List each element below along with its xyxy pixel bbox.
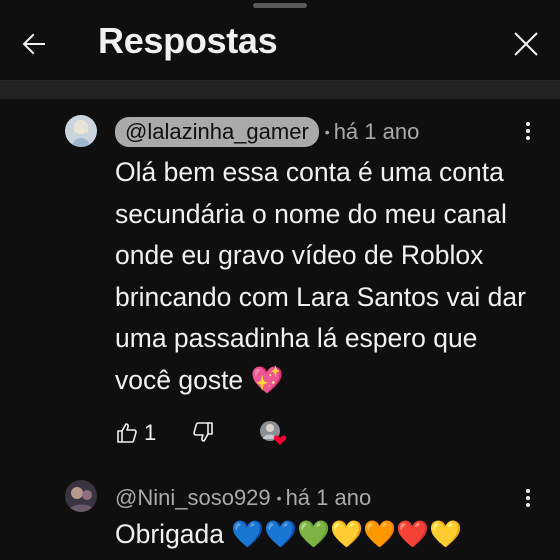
close-button[interactable] [506, 24, 546, 64]
comment-time: há 1 ano [333, 119, 420, 144]
creator-heart-icon [260, 421, 287, 445]
comment-author[interactable]: @lalazinha_gamer [115, 117, 319, 147]
back-button[interactable] [14, 24, 54, 64]
separator-dot: • [324, 124, 330, 140]
like-count: 1 [144, 420, 157, 445]
more-options-button[interactable] [516, 486, 540, 510]
header-divider [0, 80, 560, 99]
separator-dot: • [276, 490, 282, 506]
arrow-left-icon [22, 33, 45, 55]
avatar[interactable] [65, 115, 97, 147]
comment-text: Obrigada 💙💙💚💛🧡❤️💛 [115, 519, 463, 549]
replies-header: Respostas [0, 0, 560, 80]
avatar[interactable] [65, 480, 97, 512]
comment-meta: @lalazinha_gamer • há 1 ano [115, 117, 419, 147]
page-title: Respostas [98, 20, 278, 61]
comment-text: Olá bem essa conta é uma conta secundári… [115, 157, 526, 395]
thumbs-down-icon [193, 422, 213, 442]
comment-meta: @Nini_soso929 • há 1 ano [115, 485, 371, 511]
comment-time: há 1 ano [285, 485, 372, 510]
more-options-button[interactable] [516, 119, 540, 143]
like-button[interactable]: 1 [115, 420, 156, 446]
comment-author[interactable]: @Nini_soso929 [115, 485, 271, 511]
creator-heart [259, 420, 289, 446]
comment-actions: 1 [115, 420, 315, 448]
thumbs-up-icon [117, 423, 137, 443]
dislike-button[interactable] [191, 420, 215, 444]
close-icon [514, 32, 538, 56]
